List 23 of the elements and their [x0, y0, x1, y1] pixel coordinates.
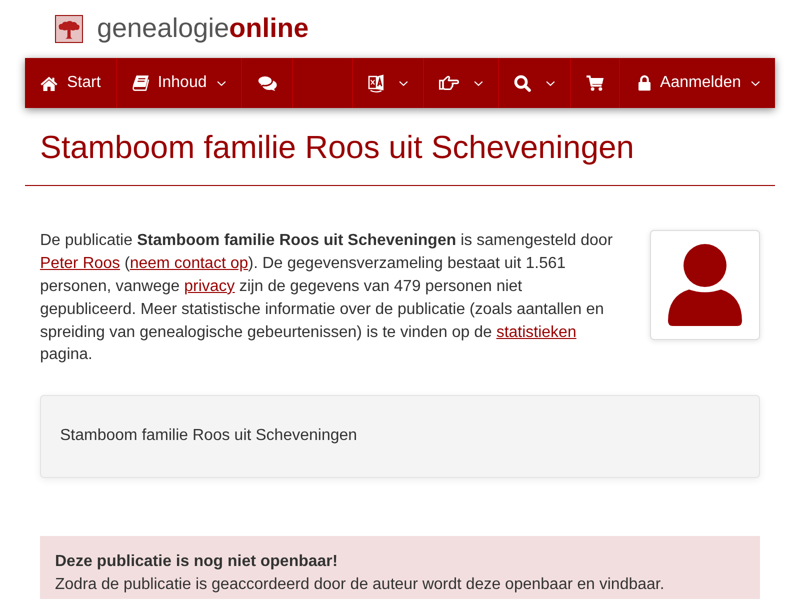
page-title: Stamboom familie Roos uit Scheveningen	[40, 130, 636, 166]
pointing-hand-icon	[439, 75, 460, 91]
alert-text: Zodra de publicatie is geaccordeerd door de auteur wordt deze openbaar en vindbaar.	[55, 574, 666, 595]
nav-dropdown[interactable]: Aanmelden	[619, 58, 775, 108]
nav-dropdown[interactable]: Inhoud	[116, 58, 242, 108]
lock-icon	[638, 75, 652, 91]
author-link[interactable]: Peter Roos	[40, 255, 120, 272]
translate-icon	[368, 74, 384, 92]
speech-bubbles-icon	[256, 75, 277, 91]
contact-link[interactable]: neem contact op	[130, 255, 248, 272]
alert-title: Deze publicatie is nog niet openbaar!	[55, 552, 339, 572]
privacy-link[interactable]: privacy	[184, 278, 235, 295]
cart-icon	[586, 75, 604, 91]
site-logo-text[interactable]: genealogieonline	[97, 13, 309, 45]
statistics-link[interactable]: statistieken	[496, 324, 576, 341]
nav-link[interactable]: Start	[25, 58, 117, 108]
home-icon	[40, 76, 58, 90]
person-silhouette-icon	[668, 244, 742, 326]
description-text: De publicatie Stamboom familie Roos uit Scheveningen is samengesteld door Peter Roos (neem contact op). De gegevensverzameling bestaat uit 1.561 personen, vanwege privacy zijn de gegevens van 479 personen niet gepubliceerd. Meer statistische informatie over de publicatie (zoals aantallen en spreiding van genealogische gebeurtenissen) is te vinden op de statistieken pagina.	[40, 231, 614, 366]
panel-text: Stamboom familie Roos uit Scheveningen	[60, 427, 358, 444]
book-icon	[132, 75, 149, 91]
tree-logo-icon[interactable]	[55, 15, 83, 43]
search-icon	[514, 74, 532, 92]
